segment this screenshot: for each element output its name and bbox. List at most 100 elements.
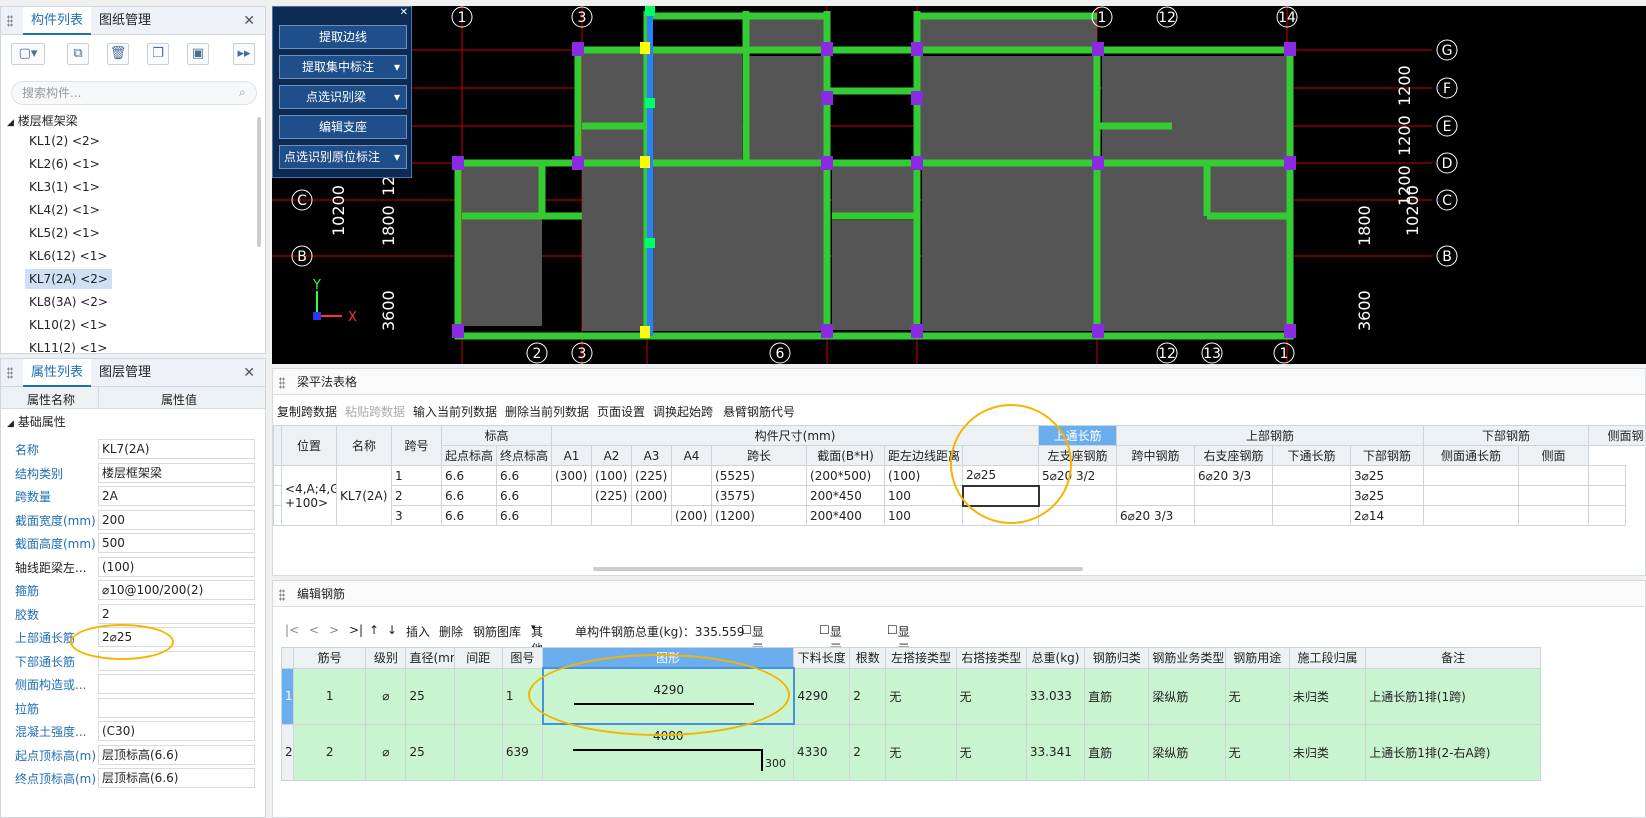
table-cell[interactable]: 25 bbox=[405, 723, 455, 781]
drag-grip-icon[interactable] bbox=[279, 377, 285, 389]
table-cell[interactable]: 4330 bbox=[792, 723, 851, 781]
delete-icon[interactable]: 🗑 bbox=[107, 43, 129, 65]
list-item[interactable]: KL4(2) <1> bbox=[25, 200, 104, 220]
tab-drawing-management[interactable]: 图纸管理 bbox=[91, 7, 159, 35]
table-cell[interactable]: 6⌀20 3/3 bbox=[1194, 465, 1274, 486]
table-cell[interactable]: 6.6 bbox=[495, 465, 553, 486]
property-row[interactable]: 混凝土强度... (C30) bbox=[1, 719, 265, 743]
insert-button[interactable]: 插入 bbox=[406, 623, 430, 640]
name-cell[interactable]: KL7(2A) bbox=[336, 465, 392, 526]
pick-beam-button[interactable]: 点选识别梁 ▾ bbox=[279, 85, 407, 109]
table-cell[interactable] bbox=[1423, 505, 1520, 526]
chevron-down-icon[interactable]: ▾ bbox=[394, 146, 400, 168]
property-value-input[interactable]: 500 bbox=[98, 533, 255, 553]
table-cell[interactable]: (200) bbox=[671, 505, 713, 526]
table-cell[interactable]: 2 bbox=[391, 485, 442, 506]
table-row[interactable]: 1 1 ⌀ 25 1 4290 4290 2 无无 33.033 直筋 梁纵筋无未归类 上通长筋1排(1… bbox=[280, 667, 1541, 725]
table-cell[interactable]: 无 bbox=[955, 723, 1027, 781]
table-cell[interactable] bbox=[1423, 485, 1520, 506]
property-value-input[interactable] bbox=[98, 674, 255, 694]
table-cell[interactable] bbox=[453, 667, 503, 725]
delete-column-button[interactable]: 删除当前列数据 bbox=[505, 403, 589, 420]
drag-grip-icon[interactable] bbox=[7, 15, 13, 27]
property-row[interactable]: 拉筋 bbox=[1, 696, 265, 720]
property-value-input[interactable]: (100) bbox=[98, 556, 255, 577]
list-item[interactable]: KL5(2) <1> bbox=[25, 223, 104, 243]
table-cell[interactable]: (1200) bbox=[711, 505, 808, 526]
edit-support-button[interactable]: 编辑支座 bbox=[279, 115, 407, 139]
table-cell[interactable] bbox=[1116, 465, 1196, 486]
new-component-icon[interactable]: ▢▾ bbox=[11, 43, 45, 65]
table-cell[interactable] bbox=[1518, 485, 1590, 506]
property-row[interactable]: 胶数 2 bbox=[1, 602, 265, 626]
property-row[interactable]: 截面高度(mm) 500 bbox=[1, 531, 265, 555]
property-row[interactable]: 名称 KL7(2A) bbox=[1, 437, 265, 461]
property-value-input[interactable]: (C30) bbox=[98, 721, 255, 741]
first-button[interactable]: |< bbox=[285, 623, 299, 637]
delete-button[interactable]: 删除 bbox=[439, 623, 463, 640]
table-cell[interactable]: (3575) bbox=[711, 485, 808, 506]
table-cell[interactable]: (200*500) bbox=[806, 465, 886, 486]
table-cell[interactable] bbox=[671, 485, 713, 506]
show-total-length-checkbox[interactable]: ☐ 显示总长 bbox=[887, 623, 910, 690]
table-cell[interactable]: 2 bbox=[293, 723, 367, 781]
table-cell[interactable]: 无 bbox=[1224, 723, 1290, 781]
property-value-input[interactable]: KL7(2A) bbox=[98, 439, 255, 459]
table-cell[interactable]: 3⌀25 bbox=[1350, 485, 1425, 506]
table-cell[interactable]: 无 bbox=[885, 723, 957, 781]
swap-span-button[interactable]: 调换起始跨 bbox=[653, 403, 713, 420]
close-icon[interactable]: ✕ bbox=[400, 7, 408, 18]
paste-span-button[interactable]: 粘贴跨数据 bbox=[345, 403, 405, 420]
table-cell[interactable]: 6.6 bbox=[441, 485, 497, 506]
table-cell[interactable]: 6.6 bbox=[495, 505, 553, 526]
close-icon[interactable]: ✕ bbox=[243, 365, 255, 381]
table-cell[interactable] bbox=[1588, 485, 1627, 506]
table-cell[interactable] bbox=[551, 485, 593, 506]
table-cell[interactable]: 6.6 bbox=[495, 485, 553, 506]
group-basic[interactable]: ◢ 基础属性 bbox=[7, 413, 66, 430]
copy-icon[interactable]: ⧉ bbox=[67, 43, 89, 65]
scrollbar[interactable] bbox=[593, 567, 1083, 571]
table-cell[interactable] bbox=[1272, 505, 1352, 526]
table-cell[interactable]: 200*400 bbox=[806, 505, 886, 526]
table-cell[interactable]: 33.033 bbox=[1025, 667, 1086, 725]
table-cell[interactable] bbox=[1518, 465, 1590, 486]
table-cell[interactable]: (5525) bbox=[711, 465, 808, 486]
table-cell[interactable]: 未归类 bbox=[1288, 667, 1367, 725]
table-cell[interactable]: 25 bbox=[405, 667, 455, 725]
property-value-input[interactable]: 层顶标高(6.6) bbox=[98, 744, 255, 765]
table-cell[interactable]: 3 bbox=[391, 505, 442, 526]
table-cell[interactable]: (225) bbox=[631, 465, 673, 486]
table-cell[interactable]: (100) bbox=[591, 465, 633, 486]
table-cell[interactable] bbox=[1194, 485, 1274, 506]
property-row[interactable]: 终点顶标高(m) 层顶标高(6.6) bbox=[1, 766, 265, 790]
drag-grip-icon[interactable] bbox=[7, 367, 13, 379]
table-cell[interactable]: 100 bbox=[884, 505, 964, 526]
table-cell[interactable]: 无 bbox=[1224, 667, 1290, 725]
move-down-button[interactable]: ↓ bbox=[387, 623, 397, 637]
table-cell[interactable] bbox=[671, 465, 713, 486]
table-cell[interactable] bbox=[1588, 465, 1627, 486]
property-row[interactable]: 结构类别 楼层框架梁 bbox=[1, 461, 265, 485]
property-value-input[interactable] bbox=[98, 697, 255, 718]
table-cell[interactable]: ⌀ bbox=[365, 723, 407, 781]
table-cell[interactable]: 上通长筋1排(2-右A跨) bbox=[1365, 723, 1541, 781]
table-cell[interactable] bbox=[1518, 505, 1590, 526]
table-cell[interactable] bbox=[551, 505, 593, 526]
page-setup-button[interactable]: 页面设置 bbox=[597, 403, 645, 420]
list-item[interactable]: KL3(1) <1> bbox=[25, 177, 104, 197]
table-cell[interactable] bbox=[591, 505, 633, 526]
extract-edge-button[interactable]: 提取边线 bbox=[279, 25, 407, 49]
list-item[interactable]: KL1(2) <2> bbox=[25, 131, 104, 151]
tab-component-list[interactable]: 构件列表 bbox=[23, 7, 92, 35]
tab-layer-management[interactable]: 图层管理 bbox=[91, 359, 159, 387]
show-angle-checkbox[interactable]: ☐ 显示角度 bbox=[819, 623, 842, 690]
table-cell[interactable]: (200) bbox=[631, 485, 673, 506]
copy-span-button[interactable]: 复制跨数据 bbox=[277, 403, 337, 420]
cantilever-code-button[interactable]: 悬臂钢筋代号 bbox=[723, 403, 795, 420]
show-sub-rebar-checkbox[interactable]: ☐ 显示子钢筋 bbox=[741, 623, 764, 707]
extract-label-button[interactable]: 提取集中标注 ▾ bbox=[279, 55, 407, 79]
input-column-button[interactable]: 输入当前列数据 bbox=[413, 403, 497, 420]
property-row[interactable]: 侧面构造或... bbox=[1, 672, 265, 696]
rebar-library-button[interactable]: 钢筋图库 bbox=[473, 623, 521, 640]
